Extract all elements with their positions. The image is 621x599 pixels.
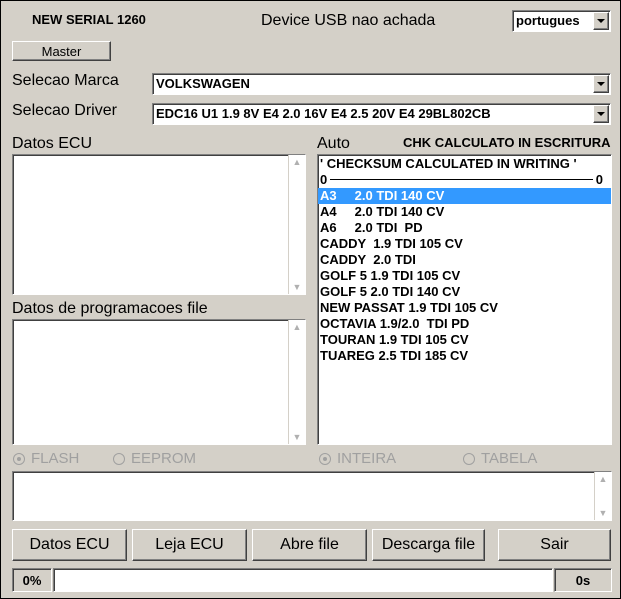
radio-inteira[interactable]: INTEIRA: [319, 450, 396, 467]
datos-ecu-label: Datos ECU: [12, 135, 93, 152]
radio-dot-icon: [13, 452, 25, 465]
chevron-down-icon[interactable]: [593, 75, 609, 93]
sair-button[interactable]: Sair: [498, 529, 611, 561]
marca-label: Selecao Marca: [12, 72, 119, 89]
scrollbar[interactable]: ▲ ▼: [288, 320, 305, 444]
progress-percent: 0%: [12, 568, 52, 592]
radio-flash[interactable]: FLASH: [13, 450, 79, 467]
radio-tabela-label: TABELA: [481, 450, 538, 467]
scrollbar[interactable]: ▲ ▼: [288, 155, 305, 294]
radio-eeprom[interactable]: EEPROM: [113, 450, 196, 467]
main-window: NEW SERIAL 1260 Device USB nao achada po…: [0, 0, 621, 599]
driver-value: EDC16 U1 1.9 8V E4 2.0 16V E4 2.5 20V E4…: [156, 106, 491, 121]
list-item[interactable]: CADDY 2.0 TDI: [318, 252, 611, 268]
scroll-down-icon[interactable]: ▼: [595, 506, 611, 520]
leja-ecu-button[interactable]: Leja ECU: [132, 529, 247, 561]
descarga-file-button[interactable]: Descarga file: [372, 529, 485, 561]
radio-dot-icon: [463, 452, 475, 465]
range-max: 0: [595, 172, 603, 187]
list-item[interactable]: GOLF 5 2.0 TDI 140 CV: [318, 284, 611, 300]
driver-label: Selecao Driver: [12, 102, 117, 119]
chevron-down-icon[interactable]: [593, 12, 609, 30]
range-min: 0: [320, 172, 328, 187]
checksum-header: ' CHECKSUM CALCULATED IN WRITING ': [320, 156, 577, 171]
list-item[interactable]: GOLF 5 1.9 TDI 105 CV: [318, 268, 611, 284]
driver-select[interactable]: EDC16 U1 1.9 8V E4 2.0 16V E4 2.5 20V E4…: [152, 103, 611, 125]
list-item[interactable]: NEW PASSAT 1.9 TDI 105 CV: [318, 300, 611, 316]
progress-time: 0s: [554, 568, 612, 592]
scroll-down-icon[interactable]: ▼: [289, 430, 305, 444]
serial-label: NEW SERIAL 1260: [32, 12, 146, 27]
chevron-down-icon[interactable]: [593, 105, 609, 123]
master-button[interactable]: Master: [12, 41, 111, 61]
scroll-up-icon[interactable]: ▲: [595, 472, 611, 486]
progress-bar: [53, 568, 553, 592]
list-item[interactable]: CADDY 1.9 TDI 105 CV: [318, 236, 611, 252]
abre-file-button[interactable]: Abre file: [252, 529, 367, 561]
scrollbar[interactable]: ▲ ▼: [594, 472, 611, 520]
datos-prog-label: Datos de programacoes file: [12, 300, 208, 317]
scroll-up-icon[interactable]: ▲: [289, 320, 305, 334]
list-item[interactable]: TUAREG 2.5 TDI 185 CV: [318, 348, 611, 364]
list-item[interactable]: TOURAN 1.9 TDI 105 CV: [318, 332, 611, 348]
scroll-up-icon[interactable]: ▲: [289, 155, 305, 169]
range-line: [330, 179, 593, 180]
language-select[interactable]: portugues: [512, 10, 611, 32]
log-textarea[interactable]: ▲ ▼: [12, 471, 612, 521]
radio-tabela[interactable]: TABELA: [463, 450, 537, 467]
scroll-down-icon[interactable]: ▼: [289, 280, 305, 294]
list-item[interactable]: A6 2.0 TDI PD: [318, 220, 611, 236]
auto-list[interactable]: ' CHECKSUM CALCULATED IN WRITING ' 0 0 A…: [317, 154, 612, 445]
datos-ecu-textarea[interactable]: ▲ ▼: [12, 154, 306, 295]
list-item[interactable]: A4 2.0 TDI 140 CV: [318, 204, 611, 220]
marca-value: VOLKSWAGEN: [156, 76, 250, 91]
radio-inteira-label: INTEIRA: [337, 450, 397, 467]
radio-flash-label: FLASH: [31, 450, 80, 467]
list-item[interactable]: A3 2.0 TDI 140 CV: [318, 188, 611, 204]
datos-prog-textarea[interactable]: ▲ ▼: [12, 319, 306, 445]
list-item[interactable]: OCTAVIA 1.9/2.0 TDI PD: [318, 316, 611, 332]
radio-dot-icon: [319, 452, 331, 465]
datos-ecu-button[interactable]: Datos ECU: [12, 529, 127, 561]
device-status: Device USB nao achada: [261, 12, 436, 29]
radio-eeprom-label: EEPROM: [131, 450, 197, 467]
vehicle-list: A3 2.0 TDI 140 CV A4 2.0 TDI 140 CV A6 2.0…: [318, 188, 611, 364]
marca-select[interactable]: VOLKSWAGEN: [152, 73, 611, 95]
chk-label: CHK CALCULATO IN ESCRITURA: [403, 135, 611, 150]
auto-label: Auto: [317, 135, 350, 152]
language-value: portugues: [516, 13, 580, 28]
radio-dot-icon: [113, 452, 125, 465]
range-bar: 0 0: [318, 172, 611, 188]
